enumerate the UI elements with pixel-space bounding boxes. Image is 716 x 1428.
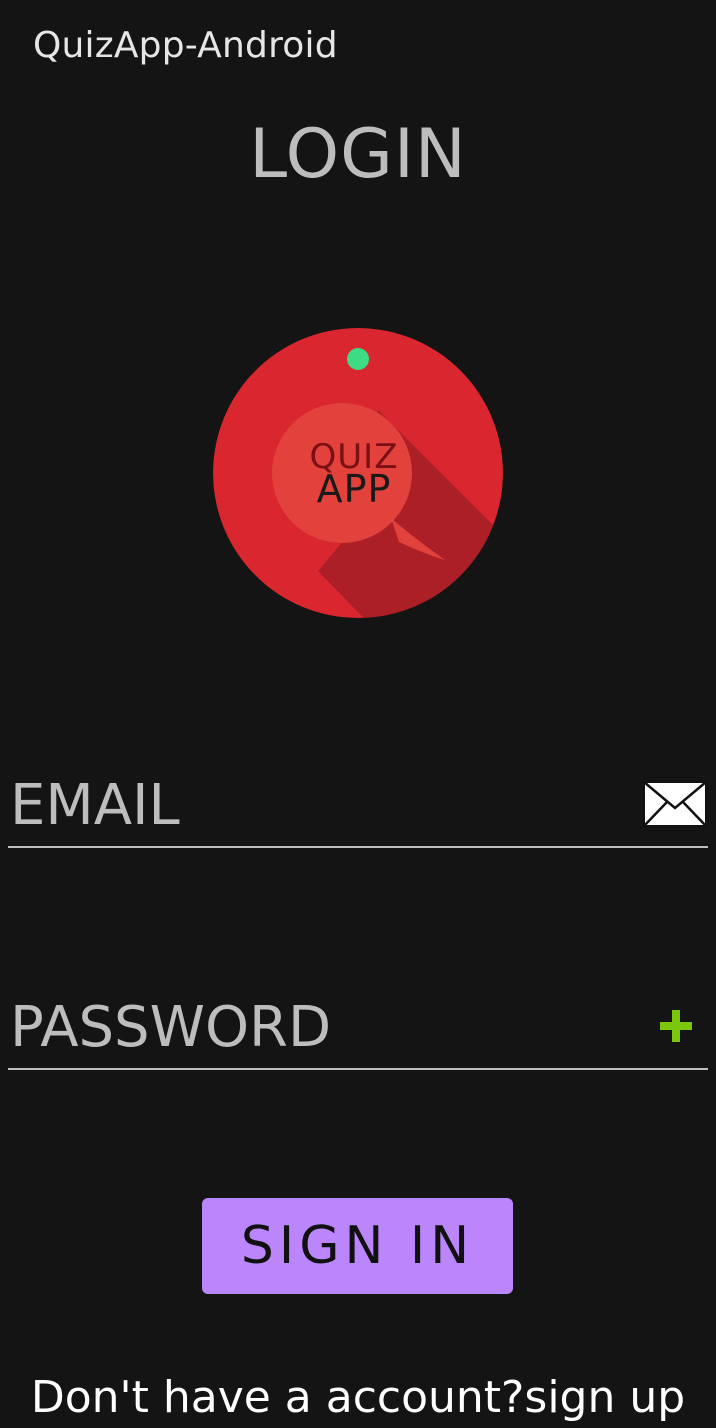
status-dot-icon	[347, 348, 369, 370]
password-underline	[8, 1068, 708, 1070]
sign-in-button[interactable]: SIGN IN	[202, 1198, 513, 1294]
email-input[interactable]: EMAIL	[10, 774, 180, 838]
password-input[interactable]: PASSWORD	[10, 996, 331, 1060]
quiz-app-logo: QUIZ APP	[213, 328, 503, 618]
plus-icon[interactable]	[658, 1008, 694, 1044]
mail-icon	[643, 781, 707, 827]
email-underline	[8, 846, 708, 848]
sign-up-link[interactable]: Don't have a account?sign up	[0, 1368, 716, 1428]
logo-text-app: APP	[317, 467, 392, 511]
page-title: LOGIN	[249, 115, 467, 194]
app-title: QuizApp-Android	[33, 25, 338, 66]
